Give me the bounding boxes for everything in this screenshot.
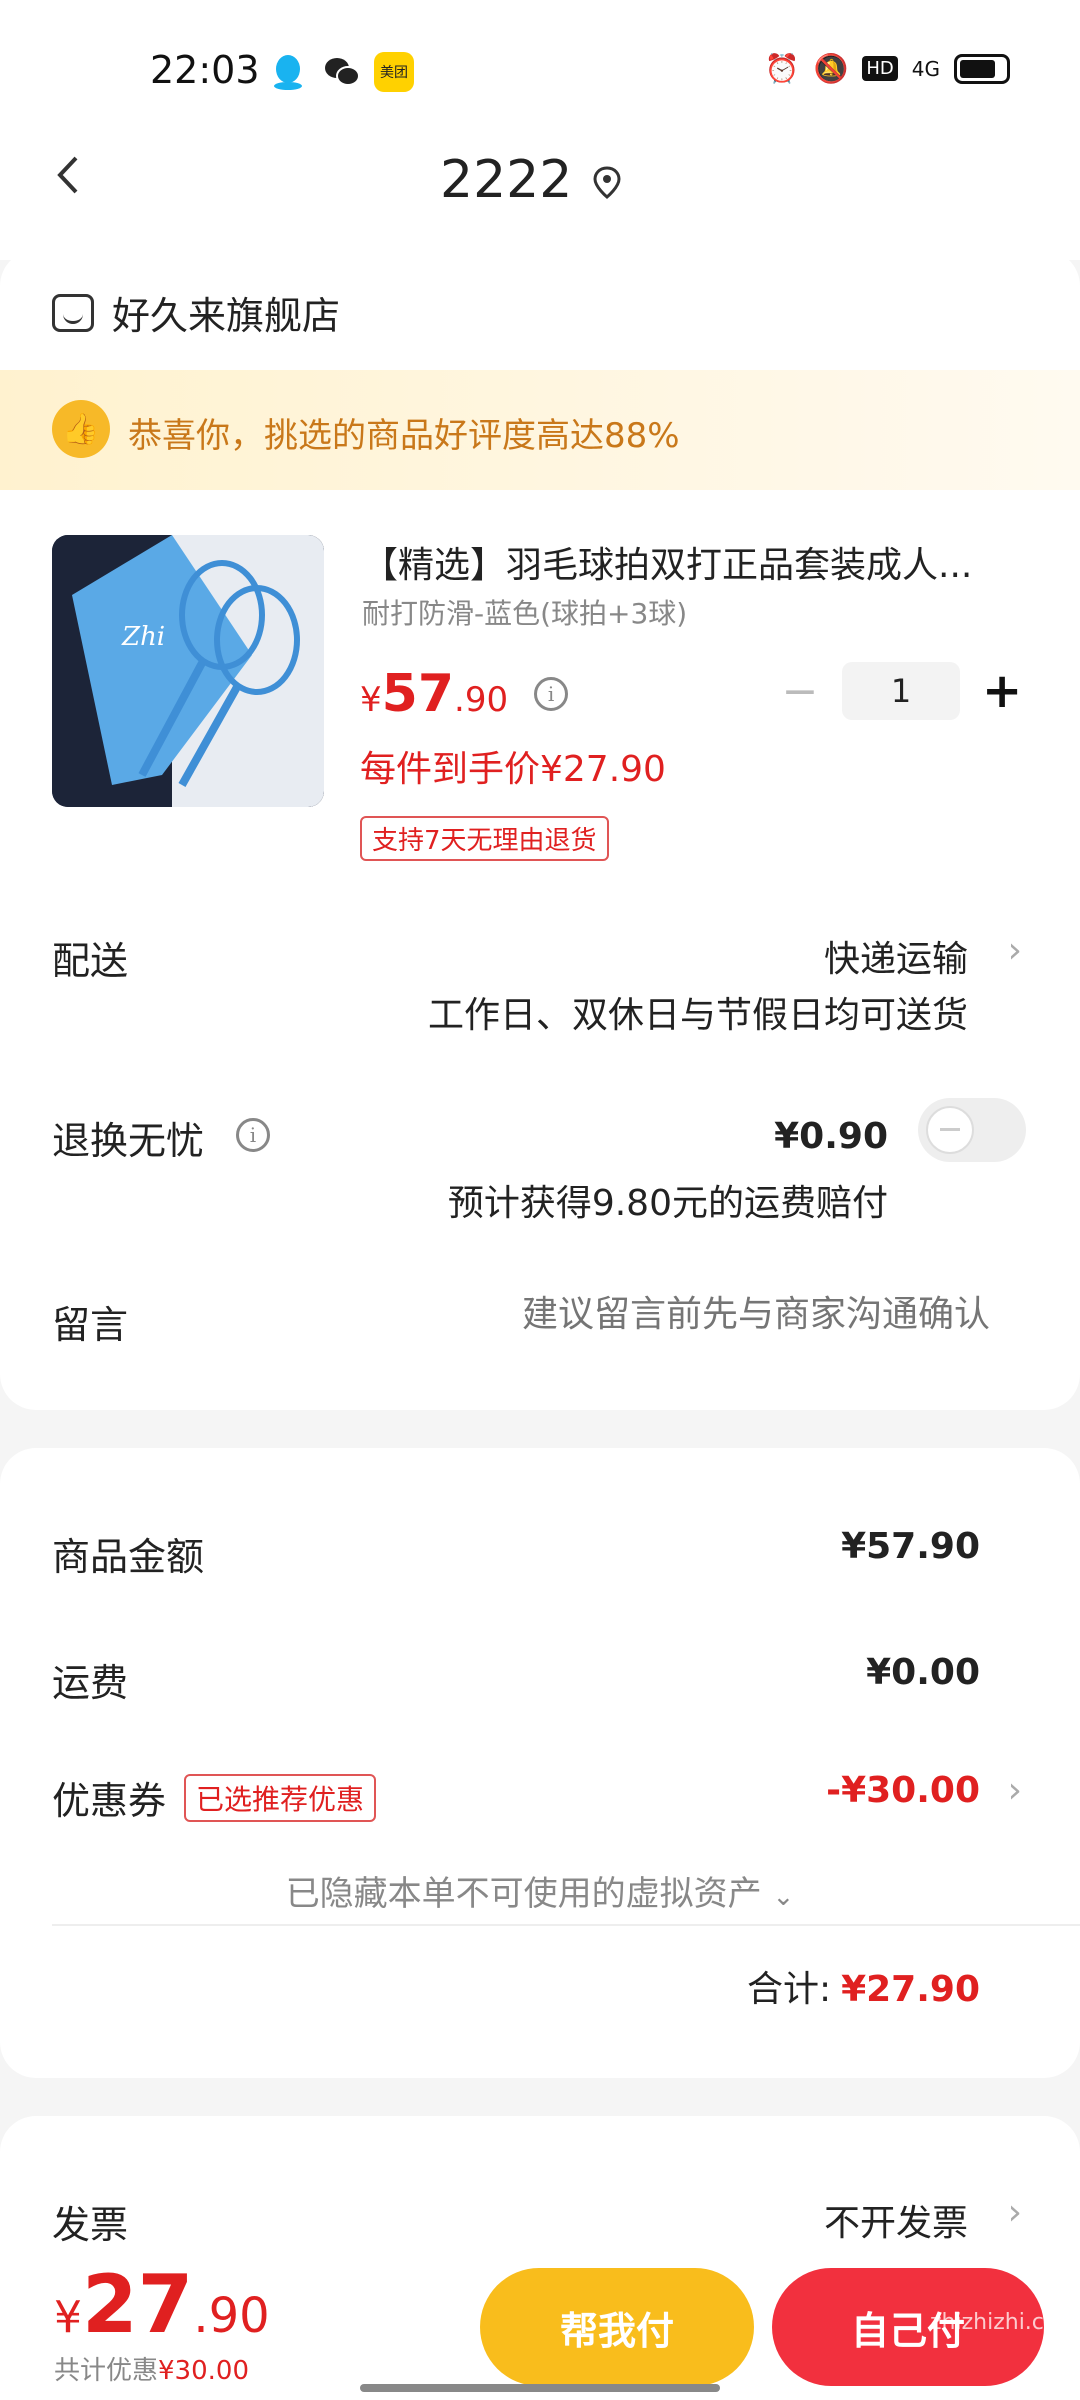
- discount-prefix: 共计优惠: [54, 2356, 159, 2386]
- delivery-chevron-icon[interactable]: ›: [1008, 930, 1022, 971]
- alarm-icon: ⏰: [764, 52, 800, 85]
- coupon-badge: 已选推荐优惠: [184, 1773, 377, 1822]
- price-decimal: .90: [454, 680, 509, 720]
- location-pin-icon[interactable]: [592, 166, 622, 199]
- return-badge: 支持7天无理由退货: [360, 816, 609, 861]
- quantity-stepper: − 1 +: [780, 662, 1022, 720]
- hidden-assets-toggle[interactable]: 已隐藏本单不可使用的虚拟资产 ⌄: [0, 1866, 1080, 1915]
- quantity-value[interactable]: 1: [842, 662, 960, 720]
- battery-icon: [954, 53, 1010, 84]
- delivery-method[interactable]: 快递运输: [824, 930, 968, 982]
- chevron-down-icon: ⌄: [772, 1882, 795, 1912]
- shop-row[interactable]: 好久来旗舰店: [52, 285, 340, 340]
- total-label: 合计:: [746, 1969, 832, 2010]
- qq-icon: [268, 52, 308, 92]
- increase-button[interactable]: +: [982, 663, 1022, 719]
- thumbs-up-icon: 👍: [52, 400, 110, 458]
- product-title[interactable]: 【精选】羽毛球拍双打正品套装成人...: [362, 536, 1022, 588]
- total-row: 合计: ¥27.90: [747, 1960, 980, 2012]
- help-pay-button[interactable]: 帮我付: [480, 2268, 754, 2386]
- price-integer: 57: [381, 664, 455, 724]
- unit-price: 每件到手价¥27.90: [360, 749, 666, 790]
- coupon-label: 优惠券: [52, 1779, 167, 1823]
- mute-icon: 🔕: [813, 52, 849, 85]
- status-time: 22:03: [150, 48, 260, 92]
- message-label: 留言: [52, 1303, 129, 1347]
- decrease-button[interactable]: −: [780, 666, 820, 717]
- bottom-currency: ¥: [54, 2292, 82, 2343]
- delivery-note: 工作日、双休日与节假日均可送货: [427, 995, 968, 1036]
- price-info-icon[interactable]: i: [534, 677, 569, 711]
- watermark: zhizhizhi.com: [930, 2310, 1079, 2335]
- message-input[interactable]: [470, 1294, 990, 1335]
- goods-amount-value: ¥57.90: [841, 1526, 980, 1567]
- worry-free-info-icon[interactable]: i: [236, 1118, 270, 1152]
- svg-text:Zhi: Zhi: [121, 622, 165, 652]
- invoice-label: 发票: [52, 2203, 129, 2247]
- back-icon[interactable]: [52, 150, 92, 210]
- bottom-total: ¥ 27 .90: [54, 2258, 270, 2351]
- discount-value: ¥30.00: [158, 2356, 249, 2386]
- worry-free-label: 退换无忧: [52, 1119, 205, 1163]
- product-image[interactable]: Zhi: [52, 535, 324, 807]
- worry-free-note: 预计获得9.80元的运费赔付: [447, 1183, 888, 1224]
- signal-icon: 4G: [911, 56, 940, 81]
- bottom-total-integer: 27: [82, 2258, 194, 2351]
- coupon-chevron-icon[interactable]: ›: [1008, 1770, 1022, 1811]
- coupon-value[interactable]: -¥30.00: [826, 1770, 980, 1811]
- hidden-assets-text: 已隐藏本单不可使用的虚拟资产: [285, 1874, 762, 1914]
- invoice-chevron-icon[interactable]: ›: [1008, 2192, 1022, 2233]
- price-currency: ¥: [360, 680, 382, 720]
- product-price: ¥ 57 .90 i: [360, 664, 569, 724]
- wechat-icon: [322, 52, 362, 92]
- meituan-icon: 美团: [374, 52, 414, 92]
- address-title[interactable]: 2222: [440, 150, 572, 210]
- shop-icon: [52, 293, 94, 332]
- worry-free-price: ¥0.90: [774, 1116, 888, 1157]
- summary-divider: [52, 1924, 1080, 1926]
- home-indicator[interactable]: [360, 2384, 720, 2392]
- goods-amount-label: 商品金额: [52, 1535, 205, 1579]
- coupon-row[interactable]: 优惠券 已选推荐优惠: [52, 1770, 377, 1825]
- shop-name: 好久来旗舰店: [112, 294, 341, 338]
- delivery-label: 配送: [52, 939, 129, 983]
- total-value: ¥27.90: [841, 1969, 980, 2010]
- worry-free-toggle[interactable]: [918, 1098, 1026, 1162]
- invoice-value[interactable]: 不开发票: [824, 2194, 968, 2246]
- bottom-total-decimal: .90: [193, 2288, 270, 2344]
- bottom-discount: 共计优惠¥30.00: [54, 2350, 249, 2387]
- hd-icon: HD: [862, 56, 898, 81]
- shipping-value: ¥0.00: [866, 1652, 980, 1693]
- product-variant[interactable]: 耐打防滑-蓝色(球拍+3球): [362, 592, 687, 632]
- rating-banner-text: 恭喜你，挑选的商品好评度高达88%: [128, 416, 680, 456]
- shipping-label: 运费: [52, 1661, 129, 1705]
- status-right-icons: ⏰ 🔕 HD 4G: [765, 52, 1010, 85]
